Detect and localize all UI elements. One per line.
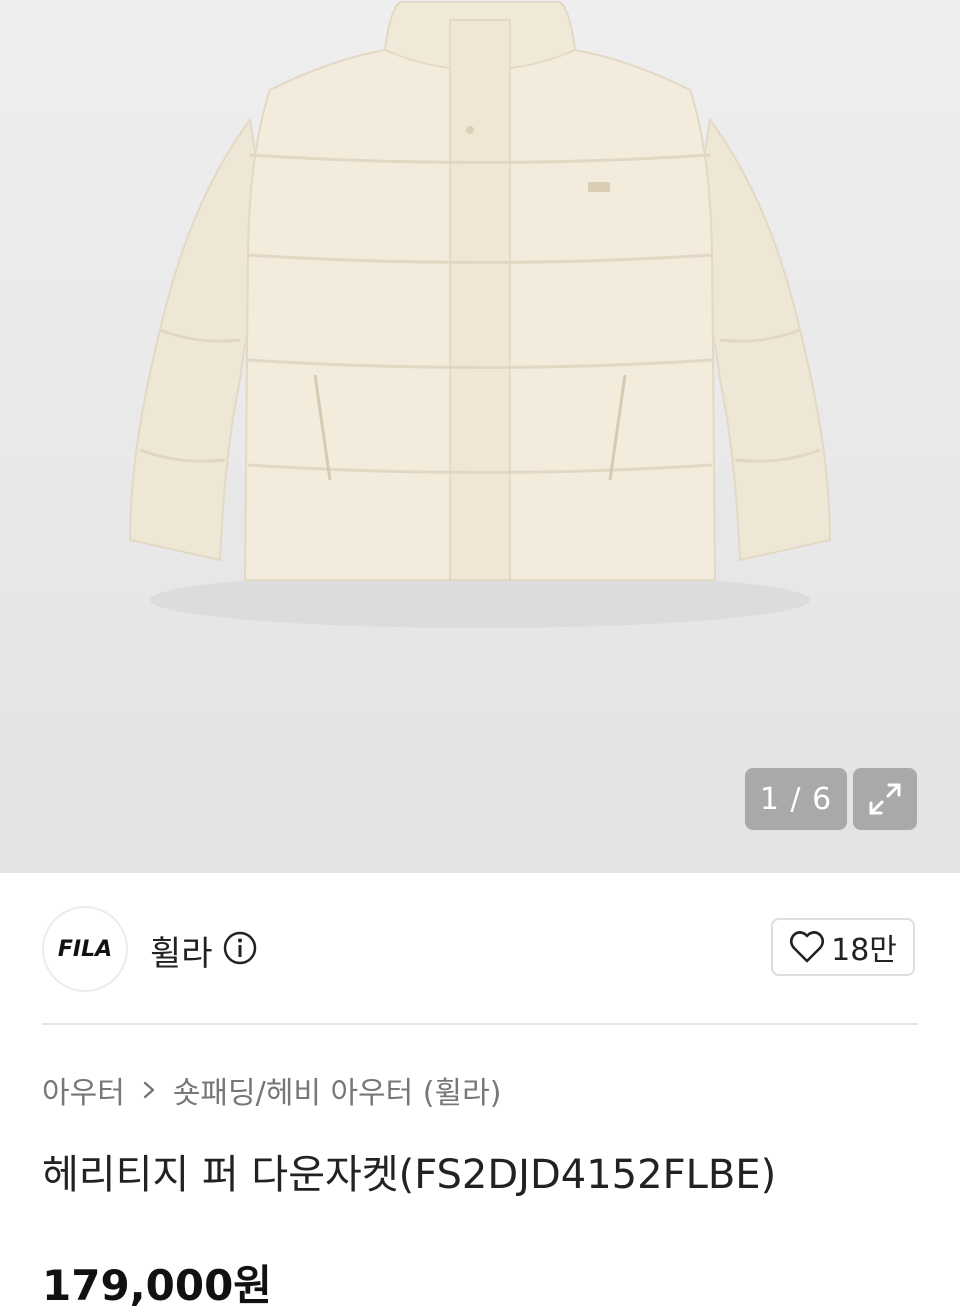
product-image-gallery[interactable]: 1 / 6 xyxy=(0,0,960,873)
brand-logo[interactable]: FILA xyxy=(42,906,128,992)
breadcrumb: 아우터 숏패딩/헤비 아우터 (휠라) xyxy=(42,1068,501,1112)
breadcrumb-level2[interactable]: 숏패딩/헤비 아우터 (휠라) xyxy=(173,1068,502,1112)
product-photo[interactable] xyxy=(100,0,860,640)
breadcrumb-level1[interactable]: 아우터 xyxy=(42,1068,125,1112)
image-counter: 1 / 6 xyxy=(745,768,847,830)
chevron-right-icon xyxy=(143,1081,155,1099)
expand-icon xyxy=(869,783,901,815)
heart-icon xyxy=(790,931,825,963)
product-title: 헤리티지 퍼 다운자켓(FS2DJD4152FLBE) xyxy=(42,1152,777,1198)
brand-logo-text: FILA xyxy=(57,936,113,962)
image-counter-text: 1 / 6 xyxy=(759,781,833,817)
product-price: 179,000원 xyxy=(42,1261,272,1310)
divider xyxy=(42,1023,918,1025)
like-count: 18만 xyxy=(831,933,897,968)
info-icon[interactable] xyxy=(222,930,258,966)
like-button[interactable]: 18만 xyxy=(771,918,915,976)
brand-row: FILA 휠라 18만 xyxy=(42,906,918,992)
brand-name[interactable]: 휠라 xyxy=(150,926,213,975)
expand-image-button[interactable] xyxy=(853,768,917,830)
